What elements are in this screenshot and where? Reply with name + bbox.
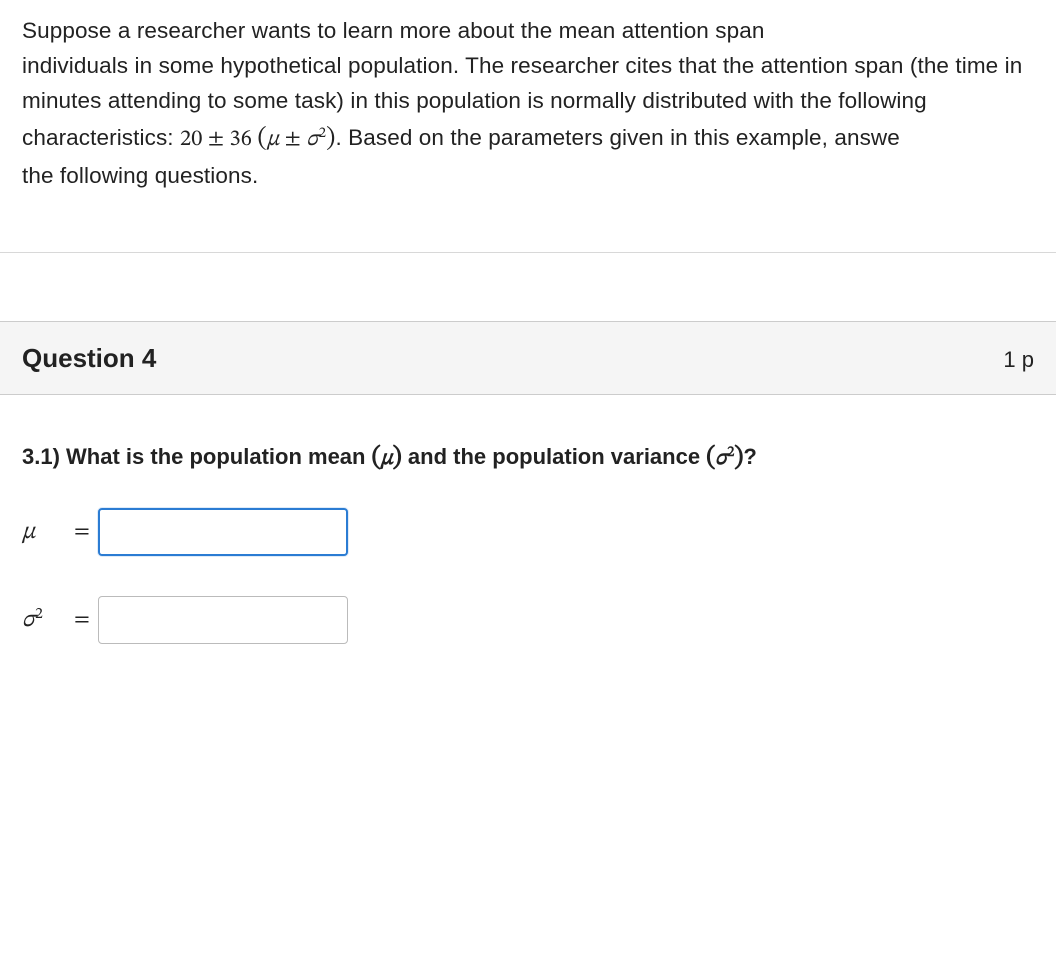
question-points: 1 p (1003, 343, 1034, 377)
question-prompt: 3.1) What is the population mean (μ) and… (22, 439, 1034, 478)
question-body: 3.1) What is the population mean (μ) and… (0, 395, 1056, 694)
problem-intro: Suppose a researcher wants to learn more… (0, 0, 1056, 222)
prompt-var-sigma2: (σ2) (706, 448, 743, 470)
question-header: Question 4 1 p (0, 321, 1056, 395)
prompt-text-1: What is the population mean (66, 444, 372, 469)
divider (0, 252, 1056, 253)
intro-text-3: . Based on the parameters given in this … (335, 125, 899, 150)
mu-input[interactable] (98, 508, 348, 556)
answer-row-sigma2: σ2 = (22, 596, 1034, 644)
equals-sign: = (74, 603, 90, 637)
prompt-question-mark: ? (743, 444, 756, 469)
prompt-text-2: and the population variance (402, 444, 706, 469)
sigma2-input[interactable] (98, 596, 348, 644)
question-title: Question 4 (22, 338, 156, 378)
intro-paragraph: Suppose a researcher wants to learn more… (22, 14, 1034, 194)
equals-sign: = (74, 515, 90, 549)
answer-row-mu: μ = (22, 508, 1034, 556)
prompt-number: 3.1) (22, 444, 66, 469)
intro-text-1: Suppose a researcher wants to learn more… (22, 18, 764, 43)
sigma2-label: σ2 (22, 601, 70, 639)
mu-label: μ (22, 514, 70, 551)
intro-formula: 20 ± 36 (μ ± σ2) (180, 129, 335, 151)
prompt-var-mu: (μ) (372, 448, 402, 470)
intro-text-4: the following questions. (22, 163, 258, 188)
